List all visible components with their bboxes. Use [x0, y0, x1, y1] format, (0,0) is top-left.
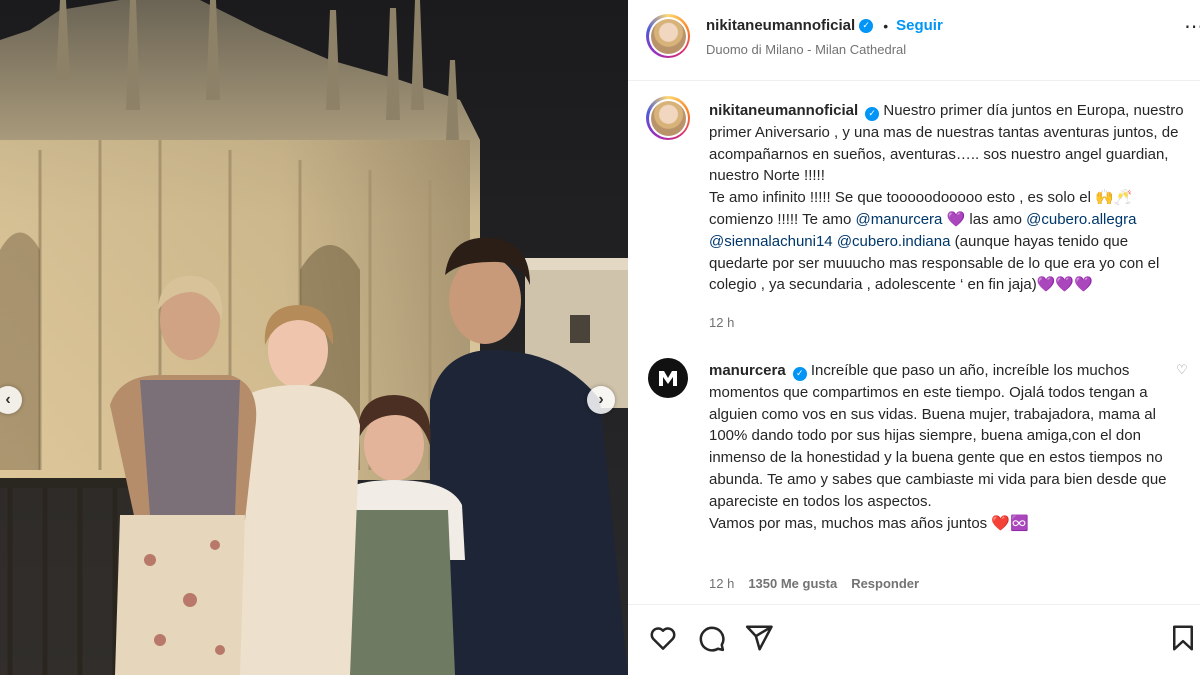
author-line: nikitaneumannoficial ✓ • Seguir [706, 17, 943, 34]
verified-icon: ✓ [865, 106, 880, 121]
verified-icon: ✓ [859, 18, 874, 33]
reply-button[interactable]: Responder [851, 576, 919, 591]
comment-like-heart-icon[interactable]: ♡ [1176, 362, 1188, 378]
carousel-next-button[interactable]: › [587, 386, 615, 414]
mention-link[interactable]: @cubero.indiana [837, 233, 951, 250]
heart-infinity-emoji: ❤️♾️ [991, 514, 1029, 532]
purple-heart-emoji: 💜 [946, 210, 966, 228]
comment-likes[interactable]: 1350 Me gusta [748, 576, 837, 591]
mention-link[interactable]: @manurcera [855, 211, 942, 228]
caption-username[interactable]: nikitaneumannoficial [709, 102, 858, 119]
photo-illustration [0, 0, 628, 675]
caption-meta: 12 h [709, 315, 734, 330]
raised-hands-cheers-emoji: 🙌🥂 [1095, 189, 1133, 207]
caption-text-part: Te amo infinito !!!!! Se que tooooodoooo… [709, 189, 1096, 207]
caption-text-part: comienzo !!!!! Te amo [709, 210, 856, 228]
caption-time[interactable]: 12 h [709, 315, 734, 330]
post-side-panel: nikitaneumannoficial ✓ • Seguir Duomo di… [628, 0, 1200, 675]
caption-text-part: las amo [965, 210, 1027, 228]
bookmark-icon[interactable] [1168, 623, 1198, 653]
share-icon[interactable] [744, 623, 774, 653]
caption-avatar[interactable] [646, 96, 690, 140]
comment-username[interactable]: manurcera [709, 362, 786, 379]
post-header: nikitaneumannoficial ✓ • Seguir Duomo di… [628, 0, 1200, 81]
caption-text: nikitaneumannoficial ✓ Nuestro primer día… [709, 100, 1189, 296]
author-username[interactable]: nikitaneumannoficial [706, 17, 855, 34]
comment-text: manurcera ✓ Increíble que paso un año, in… [709, 360, 1189, 534]
post-actions-bar [628, 604, 1200, 676]
author-avatar[interactable] [646, 14, 690, 58]
more-options-icon[interactable]: ⋯ [1184, 14, 1200, 39]
comment-text-part: Increíble que paso un año, increíble los… [709, 362, 1167, 510]
commenter-avatar[interactable] [648, 358, 688, 398]
comment-time[interactable]: 12 h [709, 576, 734, 591]
verified-icon: ✓ [792, 366, 807, 381]
comment-icon[interactable] [696, 623, 726, 653]
comment-text-part: Vamos por mas, muchos mas años juntos [709, 514, 992, 532]
post-location[interactable]: Duomo di Milano - Milan Cathedral [706, 42, 906, 57]
purple-hearts-emoji: 💜💜💜 [1036, 276, 1093, 294]
comment-meta: 12 h 1350 Me gusta Responder [709, 576, 919, 591]
mention-link[interactable]: @cubero.allegra [1026, 211, 1136, 228]
post-photo: ‹ › [0, 0, 628, 675]
mu-logo-icon [659, 371, 677, 386]
separator-dot: • [883, 17, 889, 34]
mention-link[interactable]: @siennalachuni14 [709, 233, 833, 250]
follow-button[interactable]: Seguir [896, 17, 943, 34]
heart-icon[interactable] [648, 623, 678, 653]
